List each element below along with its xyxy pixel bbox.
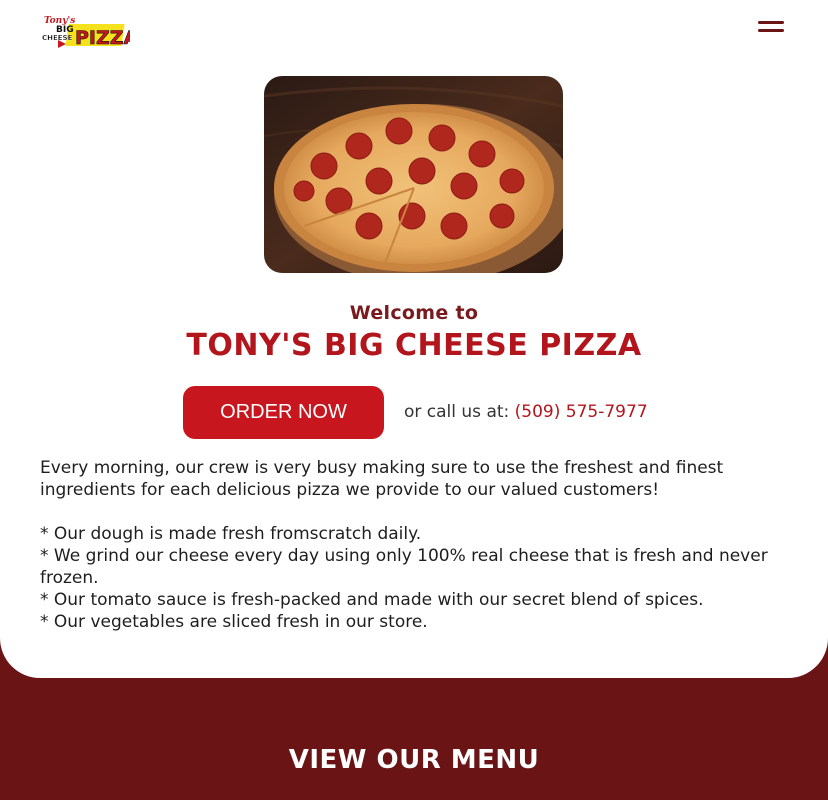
phone-number-link[interactable]: (509) 575-7977 xyxy=(515,402,648,422)
hamburger-menu-icon[interactable] xyxy=(758,16,786,36)
hamburger-line xyxy=(758,21,784,24)
intro-paragraph: Every morning, our crew is very busy mak… xyxy=(40,458,724,500)
brand-heading: TONY'S BIG CHEESE PIZZA xyxy=(186,328,642,363)
welcome-subheading: Welcome to xyxy=(349,302,479,324)
hamburger-line xyxy=(758,29,784,32)
order-now-button[interactable]: ORDER NOW xyxy=(183,386,384,439)
call-us-text: or call us at: (509) 575-7977 xyxy=(404,402,648,422)
logo-cheese-text: CHEESE xyxy=(42,34,73,42)
logo-pizza-text: PIZZA xyxy=(75,27,130,49)
pizza-hero-image xyxy=(264,76,563,273)
call-prefix: or call us at: xyxy=(404,402,515,422)
feature-item: * Our tomato sauce is fresh-packed and m… xyxy=(40,590,704,610)
feature-list: * Our dough is made fresh fromscratch da… xyxy=(40,523,800,633)
feature-item: * Our vegetables are sliced fresh in our… xyxy=(40,612,428,632)
view-menu-heading[interactable]: VIEW OUR MENU xyxy=(0,745,828,775)
feature-item: * We grind our cheese every day using on… xyxy=(40,546,768,588)
feature-item: * Our dough is made fresh fromscratch da… xyxy=(40,524,422,544)
main-content-panel: PIZZA Tony's BIG CHEESE xyxy=(0,0,828,678)
page: PIZZA Tony's BIG CHEESE xyxy=(0,0,828,800)
site-logo[interactable]: PIZZA Tony's BIG CHEESE xyxy=(42,14,139,50)
